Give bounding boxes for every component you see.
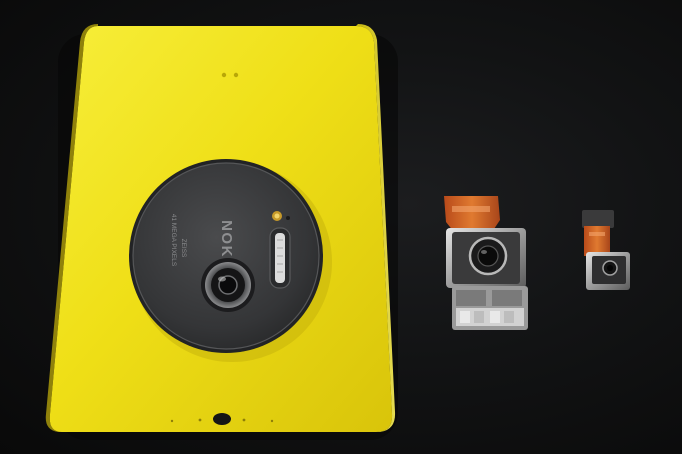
mic-hole-right [233,72,239,78]
bottom-dot [170,419,174,423]
xenon-flash [269,227,291,289]
lens-brand-text: ZEISS [180,239,187,258]
mic-hole-left [221,72,227,78]
sensor-dot [286,216,290,220]
audio-jack [213,413,231,425]
main-lens [201,258,255,312]
lens-spec-text: 41 MEGA PIXELS [170,214,177,267]
small-camera-module [582,210,630,290]
bottom-dot [270,419,274,423]
bottom-dot [242,418,246,422]
photo-illustration: NOKIA 41 MEGA PIXELS ZEISS [45,24,630,440]
photo-scene: NOKIA 41 MEGA PIXELS ZEISS [0,0,682,454]
bottom-dot [198,418,202,422]
large-camera-module [444,196,528,330]
